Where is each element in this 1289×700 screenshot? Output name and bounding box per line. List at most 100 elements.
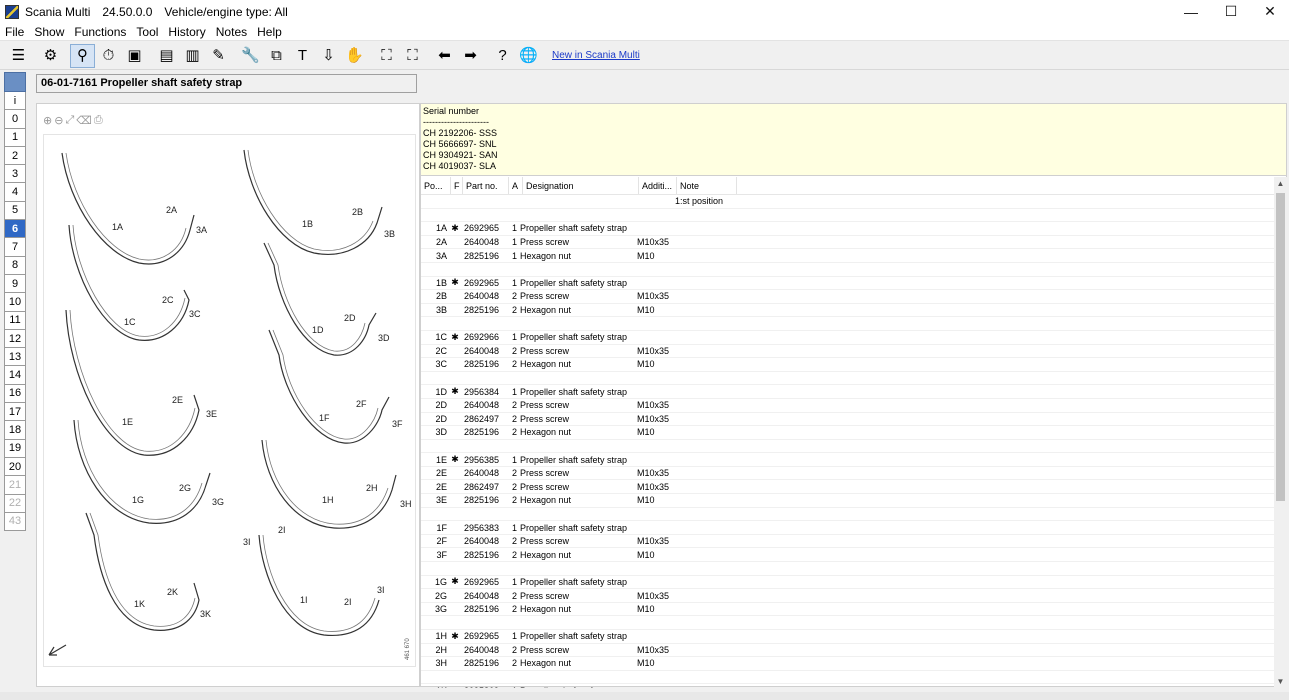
table-row[interactable]	[421, 440, 1274, 454]
column-header[interactable]: Po...	[421, 177, 451, 194]
table-row[interactable]: 3D 2825196 2 Hexagon nut M10	[421, 426, 1274, 440]
close-button[interactable]: ✕	[1250, 0, 1289, 23]
index-tab-0[interactable]: 0	[4, 110, 26, 129]
position-label[interactable]: 3I	[243, 537, 251, 547]
index-tab-1[interactable]: 1	[4, 128, 26, 147]
table-row[interactable]: 1H ✱ 2692965 1 Propeller shaft safety strap	[421, 630, 1274, 644]
index-tab-10[interactable]: 10	[4, 293, 26, 312]
index-tab-7[interactable]: 7	[4, 238, 26, 257]
position-label[interactable]: 3B	[384, 229, 395, 239]
binoculars-multi-icon[interactable]: ⛶	[400, 44, 425, 68]
position-label[interactable]: 2G	[179, 483, 191, 493]
print-icon[interactable]: ⎙	[94, 114, 103, 127]
maximize-button[interactable]: ☐	[1211, 0, 1251, 23]
position-label[interactable]: 1B	[302, 219, 313, 229]
table-row[interactable]: 3A 2825196 1 Hexagon nut M10	[421, 249, 1274, 263]
index-tab-21[interactable]: 21	[4, 476, 26, 495]
table-row[interactable]: 1F 2956383 1 Propeller shaft safety strap	[421, 521, 1274, 535]
scroll-down-button[interactable]: ▼	[1274, 675, 1287, 688]
position-label[interactable]: 3D	[378, 333, 390, 343]
index-tab-22[interactable]: 22	[4, 494, 26, 513]
bookmark-icon[interactable]: ⇩	[316, 44, 341, 68]
binoculars-icon[interactable]: ⛶	[374, 44, 399, 68]
table-row[interactable]	[421, 263, 1274, 277]
forward-arrow-icon[interactable]: ➡	[458, 44, 483, 68]
wrench-icon[interactable]: 🔧	[238, 44, 263, 68]
menu-history[interactable]: History	[163, 25, 210, 39]
table-row[interactable]: 2E 2640048 2 Press screw M10x35	[421, 467, 1274, 481]
menu-file[interactable]: File	[0, 25, 29, 39]
part-search-icon[interactable]: ⚲	[70, 43, 95, 68]
ti-document-icon[interactable]: T	[290, 44, 315, 68]
table-row[interactable]: 3B 2825196 2 Hexagon nut M10	[421, 304, 1274, 318]
package-icon[interactable]: ▣	[122, 44, 147, 68]
help-icon[interactable]: ?	[490, 44, 515, 68]
table-row[interactable]: 2A 2640048 1 Press screw M10x35	[421, 236, 1274, 250]
fit-to-window-icon[interactable]: ⤢	[65, 114, 74, 127]
position-label[interactable]: 3A	[196, 225, 207, 235]
index-tab-5[interactable]: 5	[4, 201, 26, 221]
index-tab-3[interactable]: 3	[4, 165, 26, 184]
table-row[interactable]: 3E 2825196 2 Hexagon nut M10	[421, 494, 1274, 508]
position-label[interactable]: 3F	[392, 419, 403, 429]
table-row[interactable]: 1E ✱ 2956385 1 Propeller shaft safety strap	[421, 453, 1274, 467]
position-label[interactable]: 2E	[172, 395, 183, 405]
table-row[interactable]	[421, 671, 1274, 685]
scroll-up-button[interactable]: ▲	[1274, 177, 1287, 190]
menu-help[interactable]: Help	[252, 25, 287, 39]
index-tab-19[interactable]: 19	[4, 439, 26, 458]
position-label[interactable]: 3K	[200, 609, 211, 619]
tree-view-icon[interactable]: ☰	[6, 44, 31, 68]
book-check-icon[interactable]: ▥	[180, 44, 205, 68]
column-header[interactable]: F	[451, 177, 463, 194]
column-header[interactable]: Designation	[523, 177, 639, 194]
tool-hand-icon[interactable]: ✋	[342, 44, 367, 68]
position-label[interactable]: 2C	[162, 295, 174, 305]
column-header[interactable]: A	[509, 177, 523, 194]
position-label[interactable]: 2A	[166, 205, 177, 215]
table-row[interactable]: 1:st position	[421, 195, 1274, 209]
index-tab-11[interactable]: 11	[4, 311, 26, 330]
index-tab-2[interactable]: 2	[4, 146, 26, 166]
index-tab-8[interactable]: 8	[4, 256, 26, 275]
table-row[interactable]: 1C ✱ 2692966 1 Propeller shaft safety strap	[421, 331, 1274, 345]
position-label[interactable]: 3H	[400, 499, 412, 509]
position-label[interactable]: 1C	[124, 317, 136, 327]
stopwatch-icon[interactable]: ⏱	[96, 44, 121, 68]
column-header[interactable]: Additi...	[639, 177, 677, 194]
document-tool-icon[interactable]: ⧉	[264, 44, 289, 68]
index-tab-18[interactable]: 18	[4, 421, 26, 440]
position-label[interactable]: 3I	[377, 585, 385, 595]
table-row[interactable]	[421, 616, 1274, 630]
position-label[interactable]: 2I	[278, 525, 286, 535]
index-tab-13[interactable]: 13	[4, 348, 26, 367]
position-label[interactable]: 2F	[356, 399, 367, 409]
table-row[interactable]: 2G 2640048 2 Press screw M10x35	[421, 589, 1274, 603]
menu-show[interactable]: Show	[29, 25, 69, 39]
position-label[interactable]: 2D	[344, 313, 356, 323]
position-label[interactable]: 3E	[206, 409, 217, 419]
index-tab-16[interactable]: 16	[4, 384, 26, 404]
pan-arrow-icon[interactable]	[48, 644, 67, 656]
parts-table-body[interactable]: 1:st position 1A ✱ 2692965 1 Propeller shaft …	[421, 195, 1274, 688]
column-header[interactable]: Part no.	[463, 177, 509, 194]
table-row[interactable]: 1B ✱ 2692965 1 Propeller shaft safety strap	[421, 277, 1274, 291]
table-row[interactable]: 1A ✱ 2692965 1 Propeller shaft safety strap	[421, 222, 1274, 236]
index-tab-9[interactable]: 9	[4, 274, 26, 294]
index-tab-14[interactable]: 14	[4, 366, 26, 385]
table-row[interactable]	[421, 209, 1274, 223]
book-icon[interactable]: ▤	[154, 44, 179, 68]
table-row[interactable]: 1K 30958691Propeller shaft safety strap	[421, 684, 1274, 688]
table-row[interactable]: 2D 2640048 2 Press screw M10x35	[421, 399, 1274, 413]
index-tab-6[interactable]: 6	[4, 220, 26, 239]
table-row[interactable]: 2F 2640048 2 Press screw M10x35	[421, 535, 1274, 549]
zoom-in-icon[interactable]: ⊕	[43, 114, 52, 127]
index-tab-4[interactable]: 4	[4, 183, 26, 202]
edit-notes-icon[interactable]: ✎	[206, 44, 231, 68]
column-header[interactable]: Note	[677, 177, 737, 194]
table-row[interactable]: 1D ✱ 2956384 1 Propeller shaft safety strap	[421, 385, 1274, 399]
table-row[interactable]: 1G ✱ 2692965 1 Propeller shaft safety strap	[421, 576, 1274, 590]
position-label[interactable]: 1D	[312, 325, 324, 335]
index-tab-17[interactable]: 17	[4, 403, 26, 422]
table-row[interactable]: 2C 2640048 2 Press screw M10x35	[421, 345, 1274, 359]
